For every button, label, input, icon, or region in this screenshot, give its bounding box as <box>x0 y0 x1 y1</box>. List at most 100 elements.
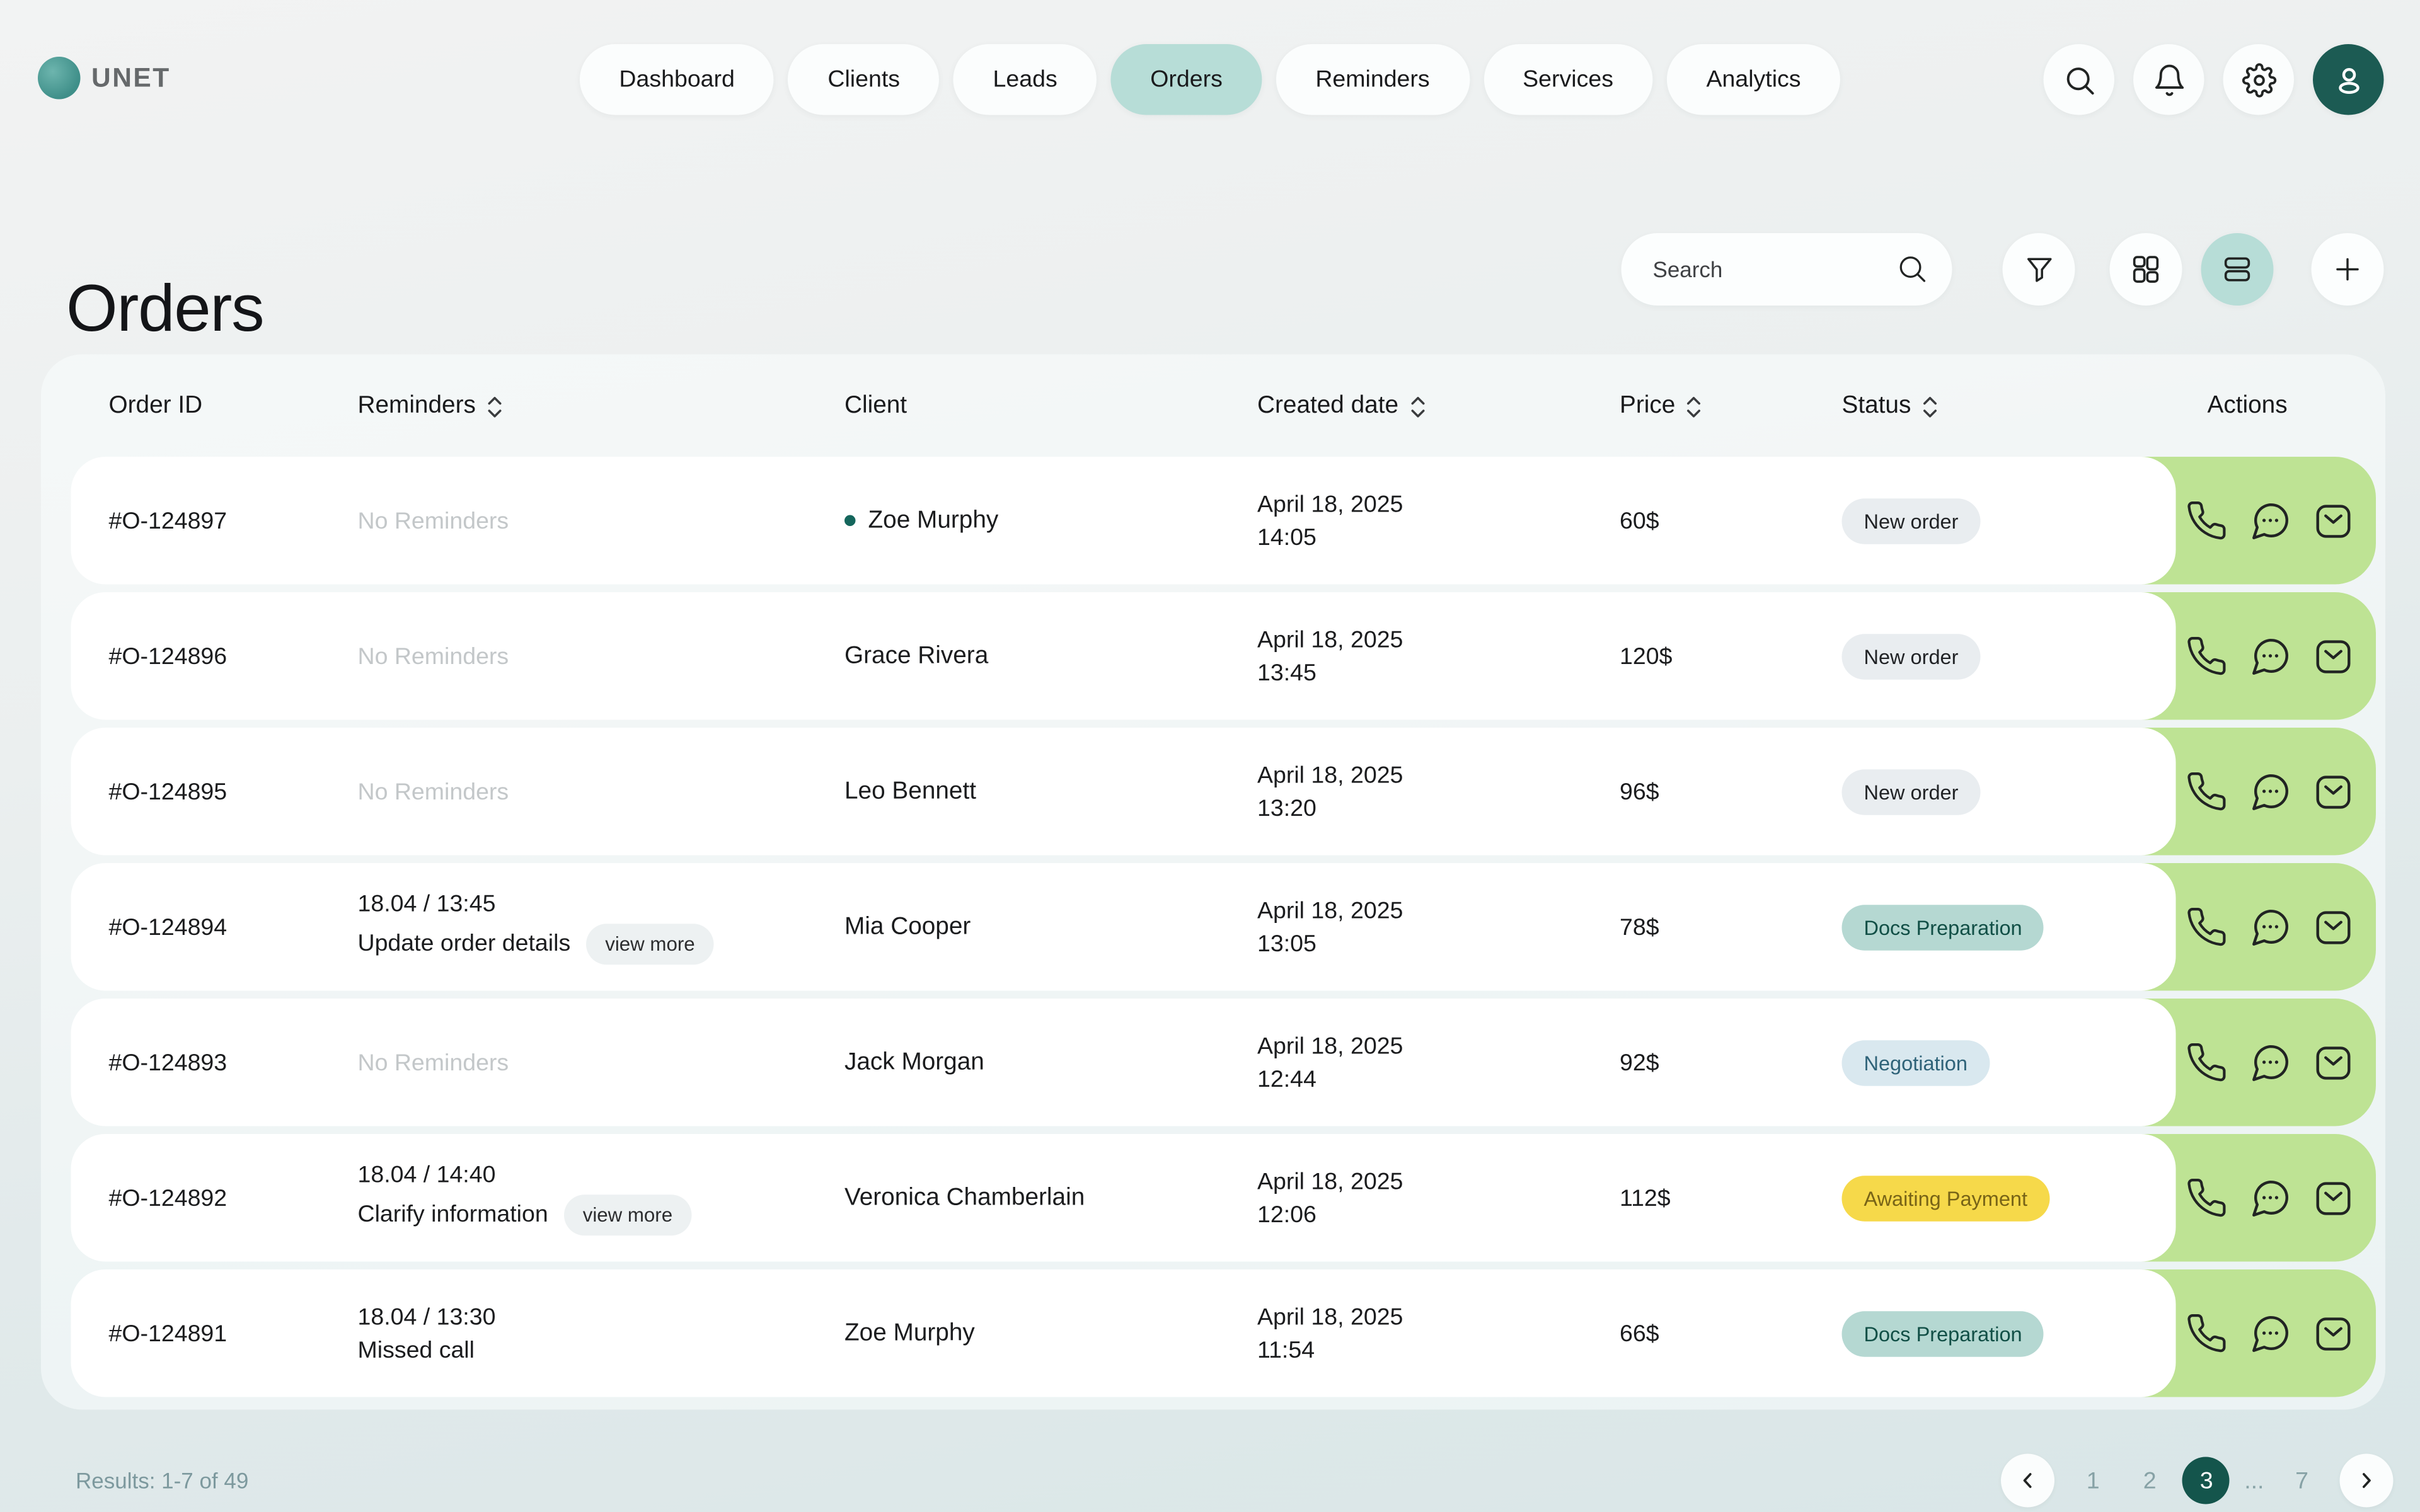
chat-button[interactable] <box>2247 904 2293 950</box>
status-badge: Negotiation <box>1842 1040 1990 1085</box>
nav-item-label: Reminders <box>1315 66 1429 93</box>
email-button[interactable] <box>2310 1310 2356 1356</box>
view-more-button[interactable]: view more <box>564 1194 691 1235</box>
add-order-button[interactable] <box>2312 233 2384 306</box>
page-number-2[interactable]: 2 <box>2126 1457 2174 1504</box>
email-button[interactable] <box>2310 769 2356 815</box>
phone-icon <box>2186 1041 2228 1084</box>
list-view-button[interactable] <box>2201 233 2274 306</box>
nav-item-leads[interactable]: Leads <box>954 44 1097 115</box>
sort-button[interactable] <box>487 394 502 418</box>
page-number-3[interactable]: 3 <box>2183 1457 2230 1504</box>
phone-icon <box>2186 500 2228 542</box>
sort-button[interactable] <box>1410 394 1426 418</box>
view-more-button[interactable]: view more <box>586 923 713 964</box>
nav-item-services[interactable]: Services <box>1484 44 1653 115</box>
column-label: Client <box>844 392 907 421</box>
funnel-icon <box>2022 253 2056 286</box>
created-date: April 18, 2025 <box>1257 488 1403 521</box>
reminder-time: 18.04 / 13:30 <box>358 1303 831 1331</box>
sort-button[interactable] <box>1686 394 1702 418</box>
call-button[interactable] <box>2184 769 2230 815</box>
call-button[interactable] <box>2184 1040 2230 1085</box>
status-cell: Docs Preparation <box>1842 1310 2044 1356</box>
row-card[interactable]: #O-124896 No Reminders Grace Rivera Apri… <box>71 592 2176 720</box>
call-button[interactable] <box>2184 904 2230 950</box>
no-reminders-label: No Reminders <box>358 778 509 805</box>
filter-button[interactable] <box>2003 233 2075 306</box>
client-cell: Leo Bennett <box>844 777 976 806</box>
chat-button[interactable] <box>2247 769 2293 815</box>
chat-button[interactable] <box>2247 1310 2293 1356</box>
status-cell: New order <box>1842 498 1981 544</box>
created-date: April 18, 2025 <box>1257 623 1403 656</box>
created-time: 12:44 <box>1257 1062 1403 1096</box>
chevron-left-icon <box>2016 1468 2041 1493</box>
status-cell: New order <box>1842 633 1981 679</box>
chat-button[interactable] <box>2247 1175 2293 1221</box>
profile-button[interactable] <box>2313 44 2384 115</box>
call-button[interactable] <box>2184 1175 2230 1221</box>
call-button[interactable] <box>2184 498 2230 544</box>
grid-view-button[interactable] <box>2110 233 2182 306</box>
price: 60$ <box>1620 507 1659 534</box>
client-name: Mia Cooper <box>844 913 971 941</box>
settings-button[interactable] <box>2223 44 2295 115</box>
row-card[interactable]: #O-124892 18.04 / 14:40 Clarify informat… <box>71 1134 2176 1262</box>
created-date-cell: April 18, 2025 13:05 <box>1257 894 1403 960</box>
nav-item-reminders[interactable]: Reminders <box>1276 44 1469 115</box>
next-page-button[interactable] <box>2340 1454 2394 1508</box>
nav-item-analytics[interactable]: Analytics <box>1667 44 1840 115</box>
created-time: 13:45 <box>1257 656 1403 689</box>
reminders-cell: 18.04 / 13:45 Update order details view … <box>358 890 831 965</box>
row-card[interactable]: #O-124894 18.04 / 13:45 Update order det… <box>71 863 2176 991</box>
chat-button[interactable] <box>2247 633 2293 679</box>
reminders-cell: No Reminders <box>358 507 831 534</box>
notifications-button[interactable] <box>2133 44 2204 115</box>
row-actions-group <box>2184 999 2356 1126</box>
prev-page-button[interactable] <box>2002 1454 2055 1508</box>
sort-button[interactable] <box>1922 394 1938 418</box>
created-date-cell: April 18, 2025 13:20 <box>1257 759 1403 825</box>
row-actions-group <box>2184 863 2356 991</box>
column-label: Order ID <box>109 392 203 421</box>
page-number-1[interactable]: 1 <box>2070 1457 2117 1504</box>
nav-item-dashboard[interactable]: Dashboard <box>580 44 774 115</box>
price: 96$ <box>1620 778 1659 805</box>
page-number-7[interactable]: 7 <box>2278 1457 2325 1504</box>
chat-button[interactable] <box>2247 498 2293 544</box>
price: 92$ <box>1620 1049 1659 1076</box>
row-card[interactable]: #O-124893 No Reminders Jack Morgan April… <box>71 999 2176 1126</box>
email-button[interactable] <box>2310 1040 2356 1085</box>
created-date: April 18, 2025 <box>1257 894 1403 927</box>
column-label: Status <box>1842 392 1911 421</box>
table-body: #O-124897 No Reminders Zoe Murphy April … <box>71 457 2377 1397</box>
order-id: #O-124894 <box>109 914 228 941</box>
pagination: 123...7 <box>2002 1454 2393 1508</box>
email-button[interactable] <box>2310 498 2356 544</box>
client-name: Zoe Murphy <box>868 507 999 535</box>
email-button[interactable] <box>2310 904 2356 950</box>
chat-button[interactable] <box>2247 1040 2293 1085</box>
brand-logo[interactable]: UNET <box>38 57 171 100</box>
created-date-cell: April 18, 2025 12:06 <box>1257 1165 1403 1231</box>
brand-name: UNET <box>91 62 171 94</box>
nav-item-label: Clients <box>827 66 900 93</box>
row-card[interactable]: #O-124897 No Reminders Zoe Murphy April … <box>71 457 2176 585</box>
email-button[interactable] <box>2310 1175 2356 1221</box>
row-card[interactable]: #O-124895 No Reminders Leo Bennett April… <box>71 728 2176 856</box>
plus-icon <box>2331 252 2365 287</box>
phone-icon <box>2186 635 2228 678</box>
column-header-actions: Actions <box>2208 392 2288 421</box>
email-button[interactable] <box>2310 633 2356 679</box>
call-button[interactable] <box>2184 633 2230 679</box>
online-dot <box>844 515 856 527</box>
nav-item-clients[interactable]: Clients <box>788 44 940 115</box>
call-button[interactable] <box>2184 1310 2230 1356</box>
search-field-icon[interactable] <box>1896 252 1929 285</box>
created-date-cell: April 18, 2025 13:45 <box>1257 623 1403 689</box>
search-button[interactable] <box>2044 44 2115 115</box>
nav-item-orders[interactable]: Orders <box>1111 44 1262 115</box>
row-actions-group <box>2184 457 2356 585</box>
row-card[interactable]: #O-124891 18.04 / 13:30 Missed call Zoe … <box>71 1269 2176 1397</box>
